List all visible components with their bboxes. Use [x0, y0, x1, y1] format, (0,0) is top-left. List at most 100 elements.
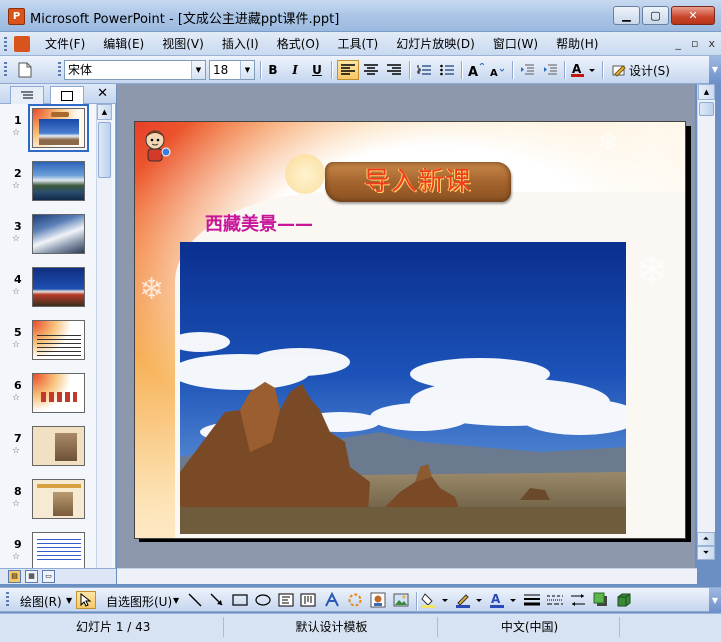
thumbnail-scrollbar[interactable]: ▲: [96, 104, 112, 568]
autoshapes-menu[interactable]: 自选图形(U): [106, 593, 172, 610]
menu-grip[interactable]: [4, 37, 7, 51]
doc-close-button[interactable]: x: [708, 37, 715, 50]
slide-thumbnail-9[interactable]: 9 ☆: [0, 528, 96, 568]
bold-button[interactable]: B: [262, 60, 284, 80]
shadow-button[interactable]: [591, 591, 611, 609]
slide-thumbnail-8[interactable]: 8 ☆: [0, 475, 96, 528]
menu-file[interactable]: 文件(F): [36, 36, 94, 52]
maximize-button[interactable]: ▢: [642, 6, 669, 25]
slide-thumbnail-1[interactable]: 1 ☆: [0, 104, 96, 157]
font-size-dropdown[interactable]: 18 ▼: [209, 60, 255, 80]
diagram-button[interactable]: [345, 591, 365, 609]
doc-restore-button[interactable]: ▫: [691, 37, 698, 50]
3d-style-button[interactable]: [614, 591, 634, 609]
slide-thumbnail-4[interactable]: 4 ☆: [0, 263, 96, 316]
increase-font-size-button[interactable]: A: [465, 60, 487, 80]
underline-button[interactable]: U: [306, 60, 328, 80]
dash-style-button[interactable]: [545, 591, 565, 609]
slide-sorter-view-icon[interactable]: ▦: [25, 570, 38, 583]
font-color-button[interactable]: A: [568, 60, 598, 80]
slide-thumbnail-5[interactable]: 5 ☆: [0, 316, 96, 369]
toolbar-options-chevron[interactable]: ▼: [709, 56, 721, 84]
normal-view-icon[interactable]: ▤: [8, 570, 21, 583]
wordart-button[interactable]: [322, 591, 342, 609]
decrease-indent-button[interactable]: [516, 60, 538, 80]
fill-color-button[interactable]: [420, 591, 450, 609]
menu-format[interactable]: 格式(O): [268, 36, 329, 52]
line-button[interactable]: [185, 591, 205, 609]
increase-indent-button[interactable]: [539, 60, 561, 80]
slides-tab[interactable]: [50, 86, 84, 104]
line-color-button[interactable]: [454, 591, 484, 609]
slide-title[interactable]: 导入新课: [325, 162, 511, 202]
arrow-button[interactable]: [207, 591, 227, 609]
menu-tools[interactable]: 工具(T): [329, 36, 388, 52]
scroll-thumb[interactable]: [98, 122, 111, 178]
draw-menu[interactable]: 绘图(R): [20, 593, 62, 610]
menu-view[interactable]: 视图(V): [153, 36, 213, 52]
vertical-textbox-button[interactable]: [298, 591, 318, 609]
toolbar-options-chevron[interactable]: ▼: [709, 588, 721, 613]
current-slide[interactable]: ❄ ❄ ❄ 导入新课 西藏美景——: [134, 121, 686, 539]
dash-style-icon: [547, 595, 563, 605]
slide-preview: [32, 532, 85, 568]
minimize-button[interactable]: ▁: [613, 6, 640, 25]
slide-thumbnail-7[interactable]: 7 ☆: [0, 422, 96, 475]
drawing-toolbar: 绘图(R) ▼ 自选图形(U) ▼ A ▼: [0, 587, 721, 613]
slide-thumbnail-3[interactable]: 3 ☆: [0, 210, 96, 263]
textbox-button[interactable]: [276, 591, 296, 609]
menu-slideshow[interactable]: 幻灯片放映(D): [387, 36, 484, 52]
close-icon[interactable]: ✕: [97, 86, 108, 101]
previous-slide-button[interactable]: ⏶: [697, 532, 715, 546]
menu-edit[interactable]: 编辑(E): [94, 36, 153, 52]
numbering-button[interactable]: [413, 60, 435, 80]
insert-picture-button[interactable]: [391, 591, 411, 609]
slide-preview: [32, 426, 85, 466]
chevron-down-icon[interactable]: ▼: [66, 596, 72, 605]
scroll-up-arrow[interactable]: ▲: [97, 104, 112, 120]
chevron-down-icon[interactable]: ▼: [240, 61, 254, 79]
chevron-down-icon[interactable]: ▼: [173, 596, 179, 605]
language-indicator: 中文(中国): [440, 617, 620, 637]
document-icon[interactable]: [14, 36, 30, 52]
slide-thumbnail-2[interactable]: 2 ☆: [0, 157, 96, 210]
slide-scrollbar[interactable]: ▲: [697, 84, 715, 532]
slide-thumbnail-6[interactable]: 6 ☆: [0, 369, 96, 422]
close-button[interactable]: ✕: [671, 6, 715, 25]
tibet-landscape-photo[interactable]: [180, 242, 626, 534]
vertical-textbox-icon: [300, 593, 316, 607]
design-button[interactable]: 设计(S): [608, 60, 674, 80]
clipart-button[interactable]: [368, 591, 388, 609]
align-center-button[interactable]: [360, 60, 382, 80]
powerpoint-app-icon[interactable]: P: [8, 8, 25, 25]
scroll-thumb[interactable]: [699, 102, 714, 116]
animation-star-icon: ☆: [12, 446, 21, 456]
outline-tab[interactable]: [10, 86, 44, 104]
font-name-dropdown[interactable]: 宋体 ▼: [64, 60, 206, 80]
arrow-style-button[interactable]: [568, 591, 588, 609]
slideshow-view-icon[interactable]: ▭: [42, 570, 55, 583]
menu-window[interactable]: 窗口(W): [484, 36, 547, 52]
menu-help[interactable]: 帮助(H): [547, 36, 607, 52]
bullets-button[interactable]: [436, 60, 458, 80]
toolbar-grip[interactable]: [4, 62, 7, 78]
oval-button[interactable]: [253, 591, 273, 609]
toolbar-grip[interactable]: [6, 592, 9, 608]
decrease-font-size-button[interactable]: A: [487, 60, 509, 80]
rectangle-button[interactable]: [230, 591, 250, 609]
menu-insert[interactable]: 插入(I): [213, 36, 268, 52]
new-document-icon[interactable]: [14, 60, 36, 80]
align-right-button[interactable]: [383, 60, 405, 80]
chevron-down-icon[interactable]: ▼: [191, 61, 205, 79]
next-slide-button[interactable]: ⏷: [697, 546, 715, 560]
align-left-button[interactable]: [337, 60, 359, 80]
doc-minimize-button[interactable]: _: [676, 37, 682, 50]
italic-button[interactable]: I: [284, 60, 306, 80]
toolbar-grip-2[interactable]: [58, 62, 61, 78]
scroll-up-arrow[interactable]: ▲: [698, 84, 715, 100]
horizontal-scrollbar[interactable]: [117, 568, 697, 584]
draw-font-color-button[interactable]: A: [488, 591, 518, 609]
select-objects-button[interactable]: [76, 591, 96, 609]
slide-subtitle[interactable]: 西藏美景——: [205, 210, 313, 236]
line-style-button[interactable]: [522, 591, 542, 609]
